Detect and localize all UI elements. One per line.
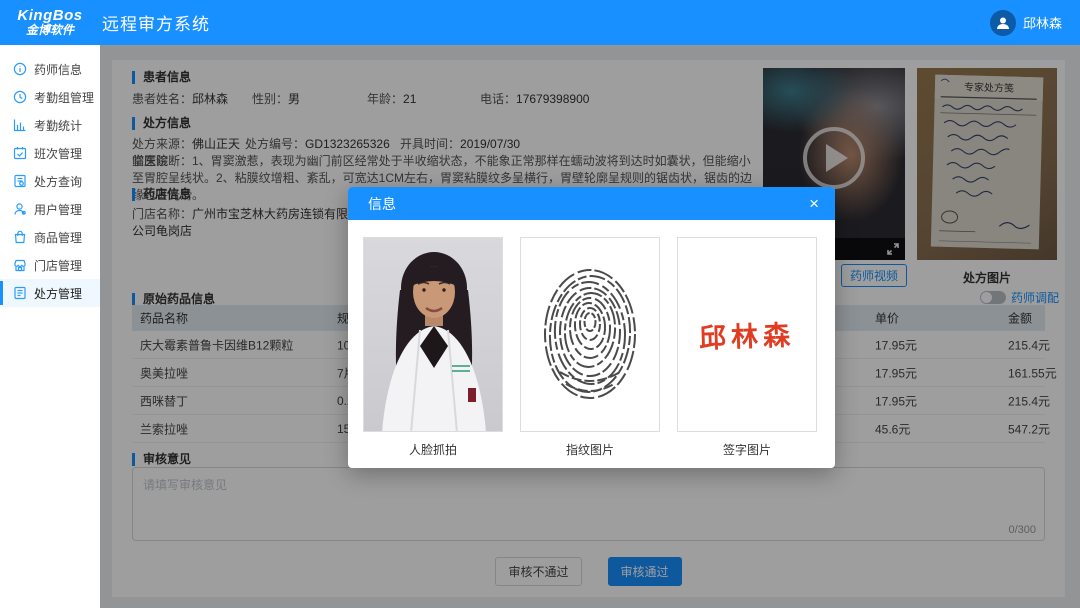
info-modal: 信息 × bbox=[348, 187, 835, 468]
store-icon bbox=[13, 258, 27, 272]
sidebar-item-label: 考勤组管理 bbox=[34, 89, 94, 106]
user-avatar-icon bbox=[990, 10, 1016, 36]
document-search-icon bbox=[13, 174, 27, 188]
kingbos-logo: KingBos 金博软件 bbox=[0, 8, 100, 36]
sidebar-item-prescription-query[interactable]: 处方查询 bbox=[0, 167, 100, 195]
logo-text-en: KingBos bbox=[0, 8, 100, 24]
face-capture-image[interactable] bbox=[363, 237, 503, 432]
bar-chart-icon bbox=[13, 118, 27, 132]
sidebar-item-label: 班次管理 bbox=[34, 145, 82, 162]
signature-image[interactable]: 邱林森 bbox=[677, 237, 817, 432]
sidebar-item-label: 商品管理 bbox=[34, 229, 82, 246]
signature-text: 邱林森 bbox=[677, 237, 817, 432]
user-icon bbox=[13, 202, 27, 216]
sidebar-item-label: 药师信息 bbox=[34, 61, 82, 78]
calendar-icon bbox=[13, 146, 27, 160]
sidebar-item-pharmacist-info[interactable]: 药师信息 bbox=[0, 55, 100, 83]
user-menu[interactable]: 邱林森 bbox=[990, 10, 1062, 36]
sidebar-item-label: 处方管理 bbox=[34, 285, 82, 302]
sidebar-item-attendance-stats[interactable]: 考勤统计 bbox=[0, 111, 100, 139]
fingerprint-image[interactable] bbox=[520, 237, 660, 432]
modal-header: 信息 × bbox=[348, 187, 835, 220]
sidebar-item-attendance-group[interactable]: 考勤组管理 bbox=[0, 83, 100, 111]
bag-icon bbox=[13, 230, 27, 244]
remote-prescription-review-app: KingBos 金博软件 远程审方系统 邱林森 药师信息 考勤组管理 考勤统计 … bbox=[0, 0, 1080, 608]
sidebar-item-label: 考勤统计 bbox=[34, 117, 82, 134]
sidebar-item-goods-management[interactable]: 商品管理 bbox=[0, 223, 100, 251]
sidebar-item-label: 处方查询 bbox=[34, 173, 82, 190]
sidebar-nav: 药师信息 考勤组管理 考勤统计 班次管理 处方查询 用户管理 商品管理 门店管 bbox=[0, 45, 100, 608]
sidebar-item-label: 门店管理 bbox=[34, 257, 82, 274]
signature-caption: 签字图片 bbox=[677, 441, 817, 458]
sidebar-item-prescription-management[interactable]: 处方管理 bbox=[0, 279, 100, 307]
sidebar-item-store-management[interactable]: 门店管理 bbox=[0, 251, 100, 279]
sidebar-item-user-management[interactable]: 用户管理 bbox=[0, 195, 100, 223]
modal-title: 信息 bbox=[368, 194, 396, 214]
close-icon[interactable]: × bbox=[809, 195, 819, 212]
prescription-icon bbox=[13, 286, 27, 300]
sidebar-item-label: 用户管理 bbox=[34, 201, 82, 218]
user-name: 邱林森 bbox=[1023, 13, 1062, 32]
fingerprint-caption: 指纹图片 bbox=[520, 441, 660, 458]
sidebar-item-shift-management[interactable]: 班次管理 bbox=[0, 139, 100, 167]
face-capture-caption: 人脸抓拍 bbox=[363, 441, 503, 458]
clock-icon bbox=[13, 90, 27, 104]
info-icon bbox=[13, 62, 27, 76]
top-header-bar: KingBos 金博软件 远程审方系统 邱林森 bbox=[0, 0, 1080, 45]
app-title: 远程审方系统 bbox=[102, 10, 210, 35]
logo-text-cn: 金博软件 bbox=[0, 24, 100, 37]
